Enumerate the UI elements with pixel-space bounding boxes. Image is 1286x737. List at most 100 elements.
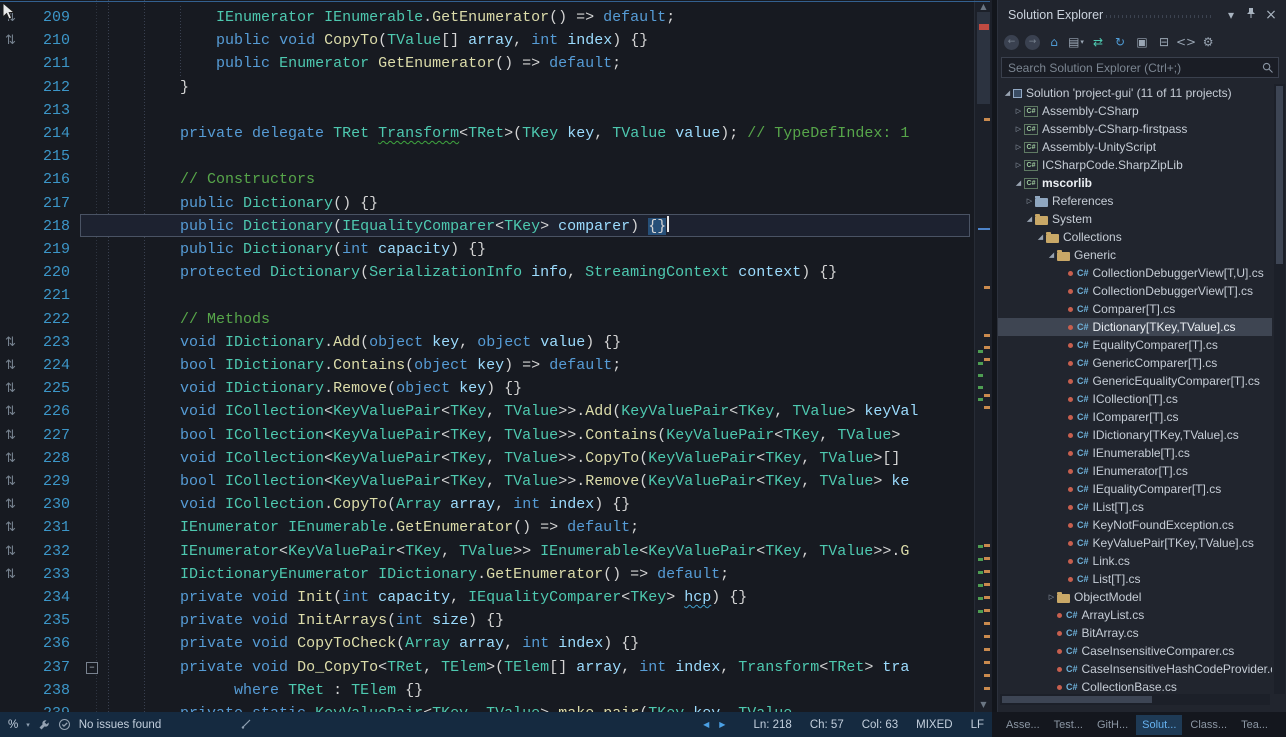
window-position-icon[interactable]: ▾ — [1222, 6, 1240, 24]
tree-item[interactable]: C#List[T].cs — [998, 570, 1272, 588]
refresh-button[interactable]: ↻ — [1110, 32, 1130, 52]
tree-item[interactable]: ▷C#Assembly-CSharp-firstpass — [998, 120, 1272, 138]
tool-window-tab[interactable]: Tea... — [1235, 715, 1274, 735]
scroll-down-icon[interactable]: ▼ — [975, 700, 992, 710]
code-line[interactable]: public Dictionary(IEqualityComparer<TKey… — [0, 215, 974, 238]
code-line[interactable]: // Methods — [0, 308, 974, 331]
code-view-button[interactable]: <> — [1176, 32, 1196, 52]
nav-forward-icon[interactable]: ▶ — [719, 720, 725, 729]
collapsed-arrow-icon[interactable]: ▷ — [1013, 107, 1024, 115]
search-icon[interactable] — [1262, 62, 1274, 74]
tree-item[interactable]: ▷References — [998, 192, 1272, 210]
code-line[interactable]: private void Do_CopyTo<TRet, TElem>(TEle… — [0, 656, 974, 679]
tool-window-tab[interactable]: Solut... — [1136, 715, 1182, 735]
home-button[interactable]: ⌂ — [1044, 32, 1064, 52]
expanded-arrow-icon[interactable]: ◢ — [1046, 251, 1057, 259]
code-line[interactable]: public void CopyTo(TValue[] array, int i… — [0, 29, 974, 52]
code-line[interactable]: void ICollection<KeyValuePair<TKey, TVal… — [0, 400, 974, 423]
collapsed-arrow-icon[interactable]: ▷ — [1024, 197, 1035, 205]
tree-item[interactable]: ▷ObjectModel — [998, 588, 1272, 606]
zoom-level[interactable]: % — [8, 719, 18, 731]
column-indicator[interactable]: Col: 63 — [862, 719, 898, 731]
tree-item[interactable]: C#ArrayList.cs — [998, 606, 1272, 624]
search-input[interactable] — [1002, 58, 1278, 77]
tree-item[interactable]: C#IComparer[T].cs — [998, 408, 1272, 426]
collapse-all-button[interactable]: ⊟ — [1154, 32, 1174, 52]
code-editor[interactable]: 209⇅ IEnumerator IEnumerable.GetEnumerat… — [0, 0, 992, 712]
se-horizontal-scrollbar[interactable] — [1000, 694, 1270, 705]
tree-item[interactable]: C#GenericComparer[T].cs — [998, 354, 1272, 372]
code-line[interactable]: where TRet : TElem {} — [0, 679, 974, 702]
nav-back-icon[interactable]: ◀ — [703, 720, 709, 729]
editor-scrollbar[interactable]: ▲ ▼ — [974, 0, 992, 712]
tree-item[interactable]: C#CollectionBase.cs — [998, 678, 1272, 694]
properties-button[interactable]: ⚙ — [1198, 32, 1218, 52]
tree-item[interactable]: C#Comparer[T].cs — [998, 300, 1272, 318]
code-line[interactable] — [0, 99, 974, 122]
tree-item[interactable]: C#IEnumerable[T].cs — [998, 444, 1272, 462]
tree-item[interactable]: ◢System — [998, 210, 1272, 228]
tree-item[interactable]: C#IDictionary[TKey,TValue].cs — [998, 426, 1272, 444]
tree-item[interactable]: ◢Solution 'project-gui' (11 of 11 projec… — [998, 84, 1272, 102]
tree-item[interactable]: C#IEnumerator[T].cs — [998, 462, 1272, 480]
code-line[interactable]: bool IDictionary.Contains(object key) =>… — [0, 354, 974, 377]
code-line[interactable]: void IDictionary.Remove(object key) {} — [0, 377, 974, 400]
encoding-indicator[interactable]: MIXED — [916, 719, 952, 731]
edit-tracker-icon[interactable] — [240, 718, 252, 730]
zoom-caret-icon[interactable]: ▾ — [26, 721, 30, 729]
tree-item[interactable]: ▷C#Assembly-UnityScript — [998, 138, 1272, 156]
tool-window-tab[interactable]: Asse... — [1000, 715, 1046, 735]
forward-button[interactable]: → — [1025, 35, 1040, 50]
code-line[interactable]: void ICollection<KeyValuePair<TKey, TVal… — [0, 447, 974, 470]
tree-item[interactable]: C#KeyValuePair[TKey,TValue].cs — [998, 534, 1272, 552]
code-line[interactable]: private void CopyToCheck(Array array, in… — [0, 632, 974, 655]
collapsed-arrow-icon[interactable]: ▷ — [1013, 143, 1024, 151]
nest-files-button[interactable]: ▣ — [1132, 32, 1152, 52]
collapsed-arrow-icon[interactable]: ▷ — [1013, 161, 1024, 169]
line-indicator[interactable]: Ln: 218 — [753, 719, 791, 731]
collapsed-arrow-icon[interactable]: ▷ — [1013, 125, 1024, 133]
background-tasks-icon[interactable] — [38, 719, 50, 731]
code-line[interactable]: IEnumerator IEnumerable.GetEnumerator() … — [0, 516, 974, 539]
code-line[interactable]: private static KeyValuePair<TKey, TValue… — [0, 702, 974, 712]
eol-indicator[interactable]: LF — [971, 719, 984, 731]
se-vertical-scrollbar[interactable] — [1274, 84, 1285, 694]
character-indicator[interactable]: Ch: 57 — [810, 719, 844, 731]
code-line[interactable]: IEnumerator IEnumerable.GetEnumerator() … — [0, 6, 974, 29]
tree-item[interactable]: ▷C#ICSharpCode.SharpZipLib — [998, 156, 1272, 174]
scroll-up-icon[interactable]: ▲ — [975, 2, 992, 12]
scrollbar-thumb[interactable] — [1276, 86, 1283, 264]
code-line[interactable]: protected Dictionary(SerializationInfo i… — [0, 261, 974, 284]
code-line[interactable]: void IDictionary.Add(object key, object … — [0, 331, 974, 354]
expanded-arrow-icon[interactable]: ◢ — [1035, 233, 1046, 241]
issues-status-icon[interactable] — [58, 718, 71, 731]
code-line[interactable]: bool ICollection<KeyValuePair<TKey, TVal… — [0, 470, 974, 493]
tree-item[interactable]: C#CollectionDebuggerView[T].cs — [998, 282, 1272, 300]
code-line[interactable]: bool ICollection<KeyValuePair<TKey, TVal… — [0, 424, 974, 447]
code-line[interactable]: public Dictionary() {} — [0, 192, 974, 215]
tree-item[interactable]: C#IEqualityComparer[T].cs — [998, 480, 1272, 498]
code-region[interactable]: 209⇅ IEnumerator IEnumerable.GetEnumerat… — [0, 0, 974, 712]
tree-item[interactable]: ◢Collections — [998, 228, 1272, 246]
code-line[interactable]: private void InitArrays(int size) {} — [0, 609, 974, 632]
expanded-arrow-icon[interactable]: ◢ — [1013, 179, 1024, 187]
back-button[interactable]: ← — [1004, 35, 1019, 50]
tree-item[interactable]: C#BitArray.cs — [998, 624, 1272, 642]
fold-collapse-icon[interactable]: − — [86, 662, 98, 674]
tree-item[interactable]: ◢Generic — [998, 246, 1272, 264]
tree-item[interactable]: C#GenericEqualityComparer[T].cs — [998, 372, 1272, 390]
tool-window-tab[interactable]: Test... — [1048, 715, 1089, 735]
tree-item[interactable]: C#Dictionary[TKey,TValue].cs — [998, 318, 1272, 336]
tree-item[interactable]: C#KeyNotFoundException.cs — [998, 516, 1272, 534]
sync-with-active-document-button[interactable]: ⇄ — [1088, 32, 1108, 52]
pin-icon[interactable] — [1242, 6, 1260, 24]
code-line[interactable]: // Constructors — [0, 168, 974, 191]
panel-drag-grip[interactable] — [1106, 15, 1212, 18]
tool-window-tab[interactable]: Class... — [1184, 715, 1233, 735]
tree-item[interactable]: ◢C#mscorlib — [998, 174, 1272, 192]
tree-item[interactable]: ▷C#Assembly-CSharp — [998, 102, 1272, 120]
code-line[interactable]: private void Init(int capacity, IEqualit… — [0, 586, 974, 609]
tree-item[interactable]: C#ICollection[T].cs — [998, 390, 1272, 408]
code-line[interactable]: } — [0, 76, 974, 99]
code-line[interactable] — [0, 284, 974, 307]
